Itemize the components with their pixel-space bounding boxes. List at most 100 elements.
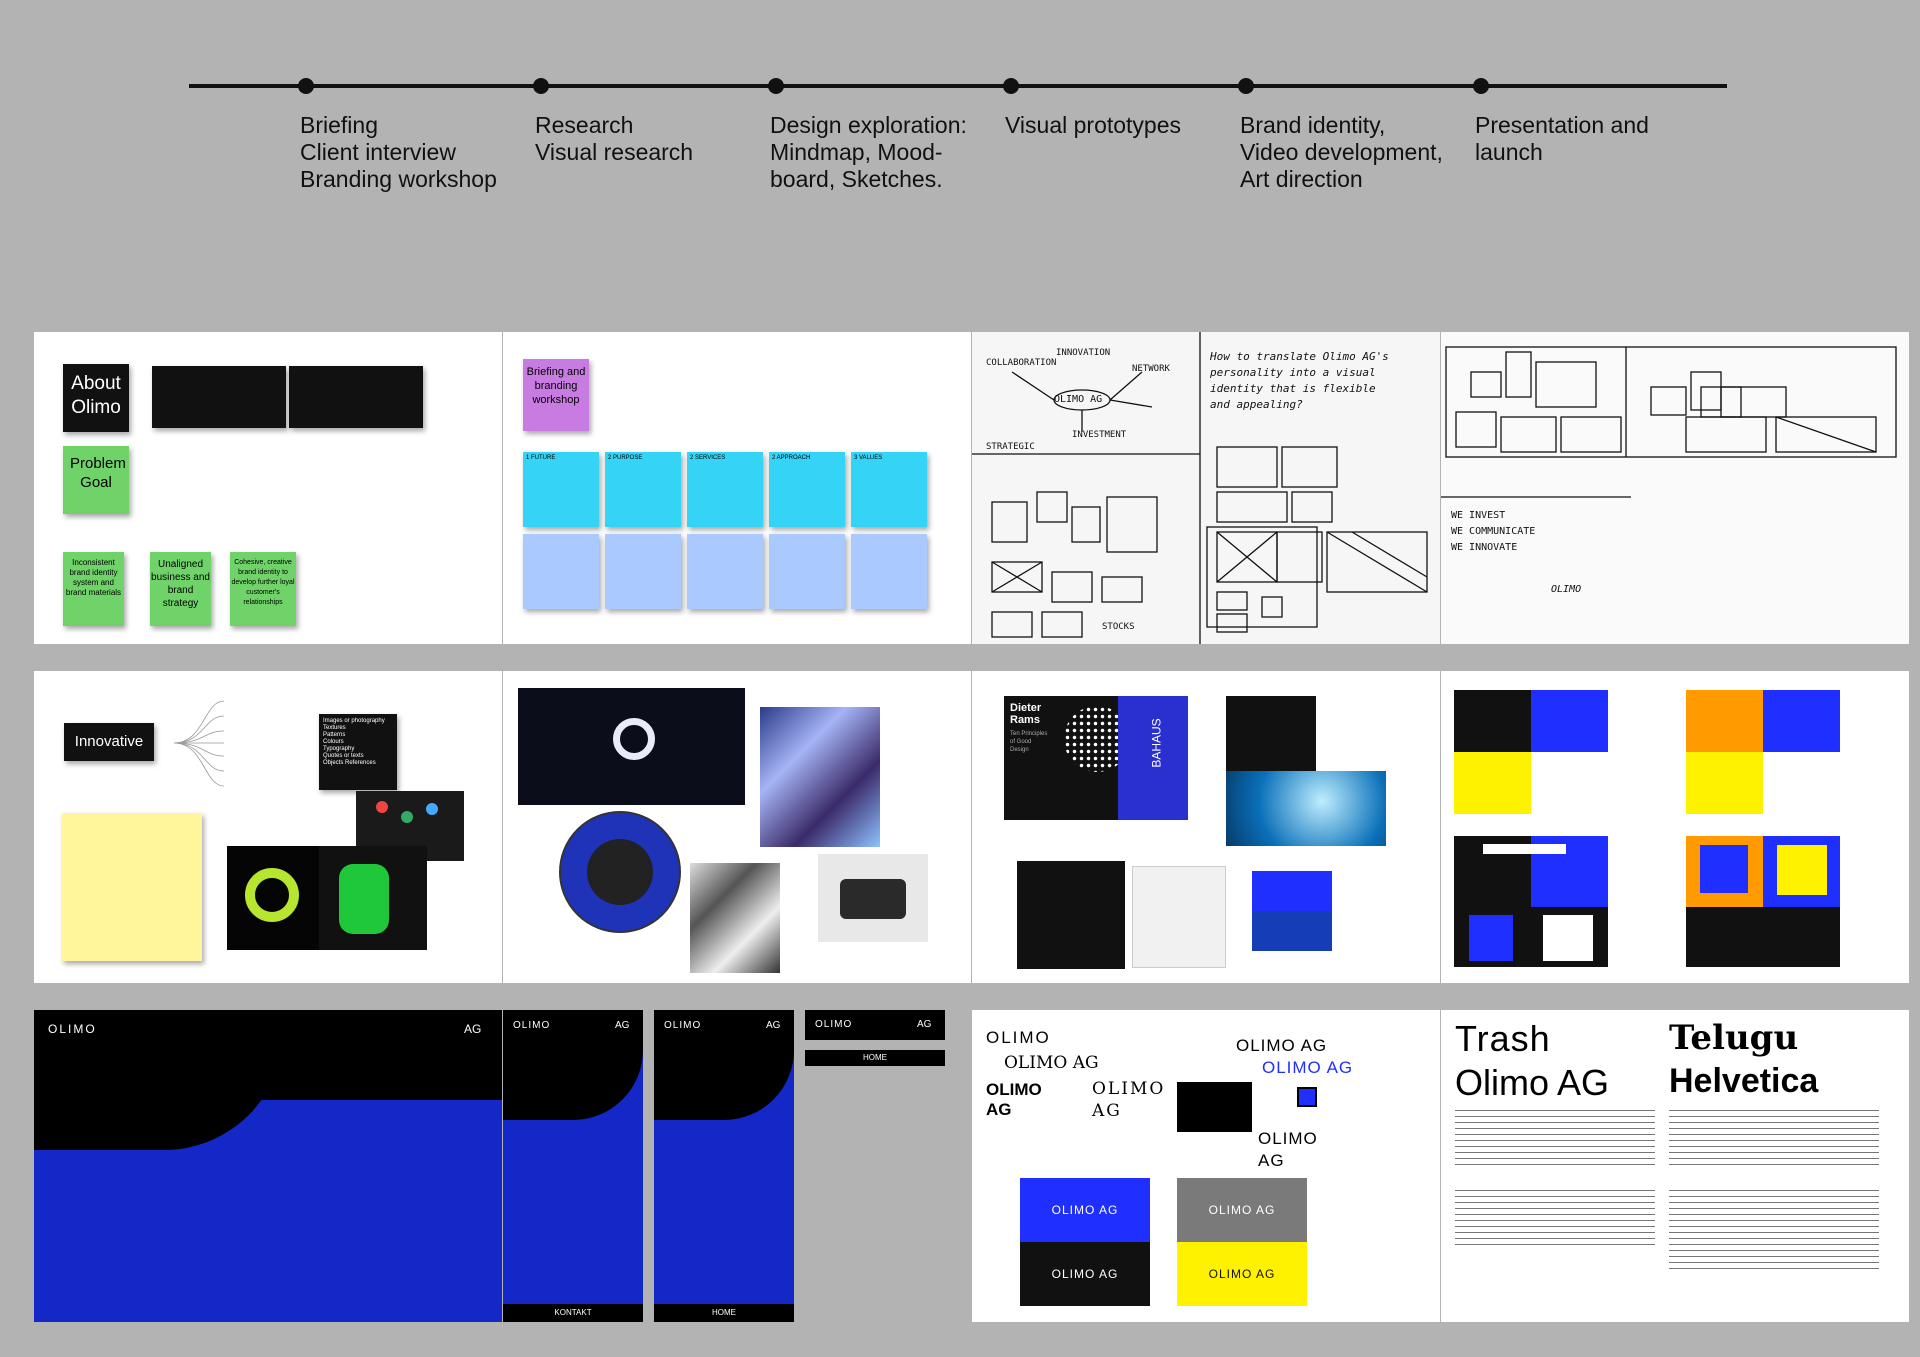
body-text-sample [1455, 1110, 1655, 1170]
timeline-step: Presentation and launch [1475, 112, 1649, 165]
links-note [62, 813, 202, 961]
mood-image [319, 846, 427, 950]
problem-note: Inconsistent brand identity system and b… [63, 552, 124, 626]
mood-image [227, 846, 319, 950]
sketch-note: and appealing? [1210, 398, 1303, 411]
lightbulb-image [1226, 771, 1386, 846]
wordmark: OLIMO AG [1258, 1129, 1318, 1170]
timeline-step: Research Visual research [535, 112, 694, 165]
problem-note: Unaligned business and brand strategy [150, 552, 211, 626]
sketch-note: How to translate Olimo AG's [1210, 350, 1389, 363]
color-block [1483, 844, 1566, 854]
color-block [1763, 690, 1840, 752]
mobile-screen: OLIMO AG HOME [654, 1010, 794, 1322]
font-sample: Telugu [1669, 1018, 1799, 1058]
body-text-sample [1669, 1110, 1879, 1170]
web-logo[interactable]: OLIMO [48, 1022, 97, 1036]
about-olimo-note: About Olimo [63, 364, 129, 432]
timeline-dot [1473, 78, 1489, 94]
wordmark: OLIMO [986, 1028, 1051, 1047]
question-note: 1 FUTURE [523, 452, 599, 527]
color-swatch [1252, 911, 1332, 951]
sketch-center-label: OLIMO AG [1054, 394, 1103, 405]
nav-home[interactable]: HOME [805, 1050, 945, 1066]
design-references-panel: Dieter Rams Ten Principles of Good Desig… [972, 671, 1440, 983]
question-note: 2 SERVICES [687, 452, 763, 527]
timeline-step: Brand identity, Video development, Art dir… [1240, 112, 1443, 192]
font-sample: Olimo AG [1455, 1062, 1610, 1103]
color-block [1686, 907, 1840, 967]
mindmap-panel: Innovative Images or photography Textures… [34, 671, 502, 983]
timeline-step: Visual prototypes [1005, 112, 1182, 138]
logo-sketch-drawing [1441, 346, 1897, 498]
mood-image [690, 863, 780, 973]
logo-statement: WE INNOVATE [1451, 542, 1518, 553]
web-logo-suffix: AG [464, 1022, 482, 1036]
question-note: 2 APPROACH [769, 452, 845, 527]
mobile-menu: OLIMO AG [805, 1010, 945, 1040]
timeline-dot [768, 78, 784, 94]
color-block [1531, 690, 1608, 752]
mood-image [818, 854, 928, 942]
web-mobile-panel: OLIMO AG KONTAKT OLIMO AG HOME OLIMO AG … [503, 1010, 971, 1322]
question-note: 3 VALUES [851, 452, 927, 527]
timeline-step: Design exploration: Mindmap, Mood-board, … [770, 112, 967, 192]
timeline-dot [533, 78, 549, 94]
color-blocks-panel [1441, 671, 1909, 983]
wordmark: OLIMO AG [1262, 1058, 1354, 1077]
mood-image [760, 707, 880, 847]
nav-home[interactable]: HOME [654, 1304, 794, 1322]
wordmark: OLIMO AG [1092, 1079, 1166, 1121]
briefing-board-panel: About Olimo Problem Goal Inconsistent br… [34, 332, 502, 644]
timeline-step: Briefing Client interview Branding worksho… [300, 112, 497, 192]
typography-panel: Trash Olimo AG Telugu Helvetica [1441, 1010, 1909, 1322]
web-desktop-panel: OLIMO AG [34, 1010, 502, 1322]
logo-signature: OLIMO [1551, 584, 1582, 595]
text-note [152, 366, 286, 428]
color-block [1454, 752, 1531, 814]
color-block [1700, 845, 1748, 893]
wordmark: OLIMO AG [1004, 1053, 1099, 1073]
color-block [1686, 752, 1763, 814]
mindmap-list-note: Images or photography Textures Patterns Co… [319, 714, 397, 790]
body-text-sample [1669, 1190, 1879, 1270]
workshop-board-panel: Briefing and branding workshop 1 FUTURE … [503, 332, 971, 644]
sketch-word: STRATEGIC [986, 442, 1035, 452]
logo-tile: OLIMO AG [1177, 1242, 1307, 1306]
moodboard-panel [503, 671, 971, 983]
logo-sketch-panel: WE INVEST WE COMMUNICATE WE INNOVATE OLI… [1441, 332, 1909, 644]
logo-tile: OLIMO AG [1177, 1178, 1307, 1242]
answer-note [605, 534, 681, 609]
sketch-word: STOCKS [1102, 622, 1135, 632]
timeline-dot [298, 78, 314, 94]
question-note: 2 PURPOSE [605, 452, 681, 527]
logo-square [1297, 1087, 1317, 1107]
problem-goal-note: Problem Goal [63, 446, 129, 514]
body-text-sample [1455, 1190, 1655, 1245]
poster [1132, 866, 1226, 968]
sketch-note: personality into a visual [1210, 366, 1376, 379]
answer-note [769, 534, 845, 609]
wordmark: OLIMO AG [1236, 1036, 1328, 1055]
font-sample: Helvetica [1669, 1062, 1819, 1100]
logo-statement: WE INVEST [1451, 510, 1506, 521]
text-note [289, 366, 423, 428]
nav-contact[interactable]: KONTAKT [503, 1304, 643, 1322]
timeline-dot [1238, 78, 1254, 94]
timeline-dot [1003, 78, 1019, 94]
sketch-board-panel: COLLABORATION INNOVATION NETWORK OLIMO A… [972, 332, 1440, 644]
logo-variants-panel: OLIMO OLIMO AG OLIMO AG OLIMO AG OLIMO A… [972, 1010, 1440, 1322]
poster [1017, 861, 1125, 969]
sketch-note: identity that is flexible [1210, 382, 1376, 395]
color-block [1777, 845, 1827, 895]
poster: BAHAUS [1118, 696, 1188, 820]
timeline-line [189, 84, 1727, 88]
sketch-word: NETWORK [1132, 364, 1170, 374]
mood-image [559, 811, 681, 933]
color-block [1543, 915, 1593, 961]
mood-image [518, 688, 745, 805]
answer-note [851, 534, 927, 609]
logo-tile: OLIMO AG [1020, 1178, 1150, 1242]
mobile-screen: OLIMO AG KONTAKT [503, 1010, 643, 1322]
logo-card [1177, 1082, 1252, 1132]
